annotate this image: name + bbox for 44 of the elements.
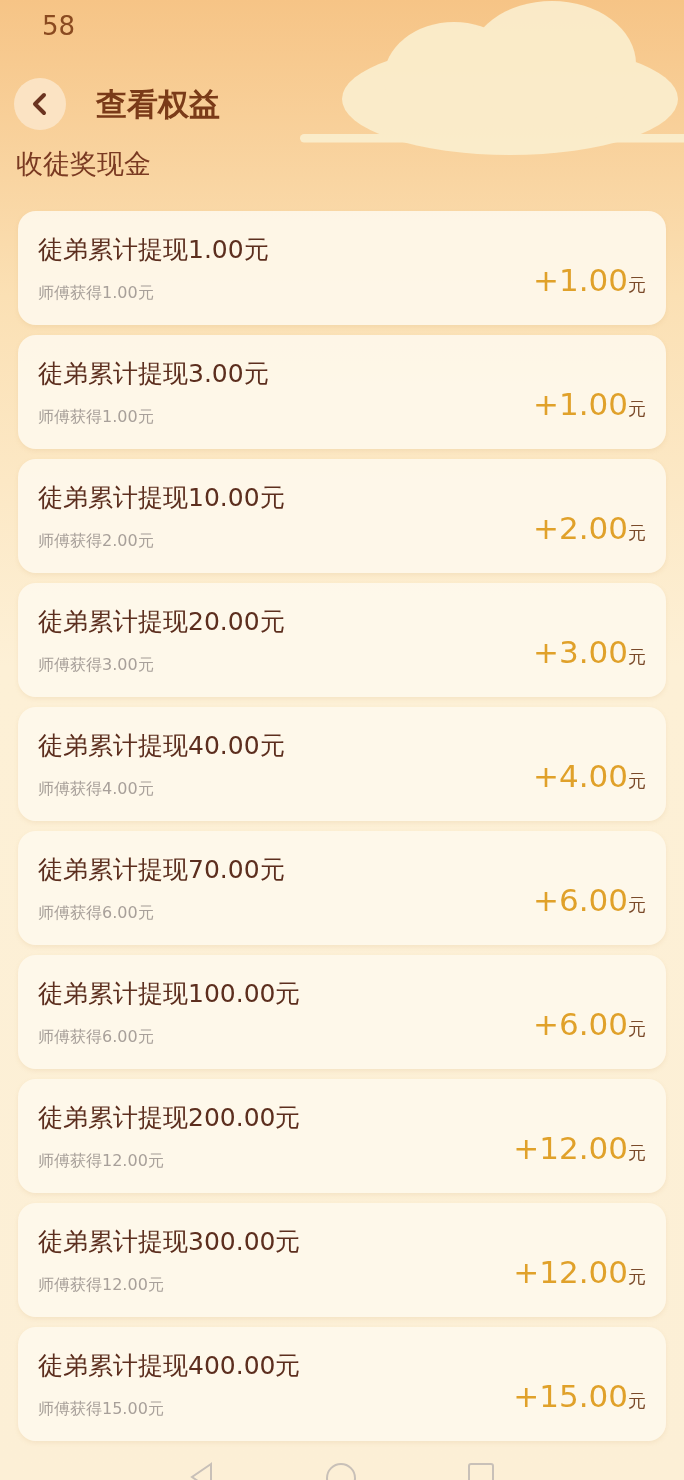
reward-note: 师傅获得1.00元 [38, 281, 155, 304]
reward-amount: +1.00 [533, 260, 628, 300]
reward-condition: 徒弟累计提现300.00元 [38, 1226, 301, 1259]
reward-amount: +1.00 [533, 384, 628, 424]
page-title: 查看权益 [96, 84, 220, 124]
reward-unit: 元 [628, 768, 646, 793]
reward-unit: 元 [628, 644, 646, 669]
reward-condition: 徒弟累计提现70.00元 [38, 854, 285, 887]
reward-note: 师傅获得4.00元 [38, 777, 155, 800]
reward-note: 师傅获得12.00元 [38, 1149, 165, 1172]
reward-unit: 元 [628, 396, 646, 421]
reward-unit: 元 [628, 1140, 646, 1165]
reward-condition: 徒弟累计提现3.00元 [38, 358, 269, 391]
section-title: 收徒奖现金 [16, 146, 151, 181]
reward-condition: 徒弟累计提现20.00元 [38, 606, 285, 639]
reward-amount: +2.00 [533, 508, 628, 548]
reward-condition: 徒弟累计提现400.00元 [38, 1350, 301, 1383]
reward-note: 师傅获得2.00元 [38, 529, 155, 552]
reward-amount: +15.00 [513, 1376, 628, 1416]
reward-condition: 徒弟累计提现1.00元 [38, 234, 269, 267]
reward-unit: 元 [628, 272, 646, 297]
reward-condition: 徒弟累计提现100.00元 [38, 978, 301, 1011]
reward-amount: +4.00 [533, 756, 628, 796]
reward-note: 师傅获得15.00元 [38, 1397, 165, 1420]
reward-amount: +12.00 [513, 1128, 628, 1168]
reward-unit: 元 [628, 1264, 646, 1289]
reward-unit: 元 [628, 1016, 646, 1041]
reward-unit: 元 [628, 892, 646, 917]
reward-condition: 徒弟累计提现10.00元 [38, 482, 285, 515]
reward-amount: +6.00 [533, 880, 628, 920]
reward-note: 师傅获得12.00元 [38, 1273, 165, 1296]
reward-note: 师傅获得1.00元 [38, 405, 155, 428]
reward-note: 师傅获得3.00元 [38, 653, 155, 676]
status-time: 58 [42, 9, 76, 43]
reward-amount: +12.00 [513, 1252, 628, 1292]
reward-unit: 元 [628, 1388, 646, 1413]
reward-amount: +3.00 [533, 632, 628, 672]
reward-condition: 徒弟累计提现40.00元 [38, 730, 285, 763]
reward-unit: 元 [628, 520, 646, 545]
reward-condition: 徒弟累计提现200.00元 [38, 1102, 301, 1135]
reward-amount: +6.00 [533, 1004, 628, 1044]
back-button[interactable] [14, 78, 66, 130]
reward-note: 师傅获得6.00元 [38, 901, 155, 924]
reward-note: 师傅获得6.00元 [38, 1025, 155, 1048]
